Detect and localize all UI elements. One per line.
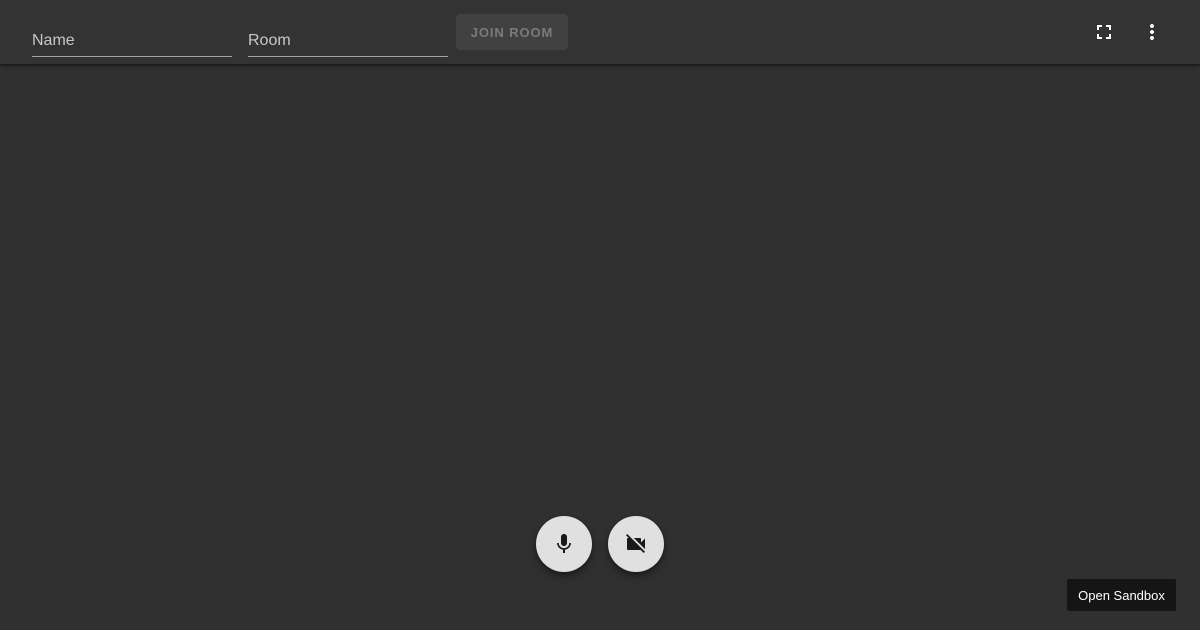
fullscreen-button[interactable] bbox=[1080, 8, 1128, 56]
videocam-off-icon bbox=[626, 534, 645, 553]
mic-icon bbox=[557, 534, 571, 553]
room-input[interactable] bbox=[248, 24, 448, 56]
name-input[interactable] bbox=[32, 24, 232, 56]
video-app: Join Room Open Sandbox bbox=[0, 0, 1200, 630]
fullscreen-icon bbox=[1097, 25, 1111, 39]
media-controls bbox=[536, 516, 664, 572]
top-toolbar: Join Room bbox=[0, 0, 1200, 64]
toggle-audio-button[interactable] bbox=[536, 516, 592, 572]
more-options-button[interactable] bbox=[1128, 8, 1176, 56]
toggle-video-button[interactable] bbox=[608, 516, 664, 572]
join-room-button[interactable]: Join Room bbox=[456, 14, 568, 50]
open-sandbox-link[interactable]: Open Sandbox bbox=[1067, 579, 1176, 611]
name-field bbox=[32, 24, 232, 57]
room-field bbox=[248, 24, 448, 57]
more-vert-icon bbox=[1150, 24, 1154, 40]
